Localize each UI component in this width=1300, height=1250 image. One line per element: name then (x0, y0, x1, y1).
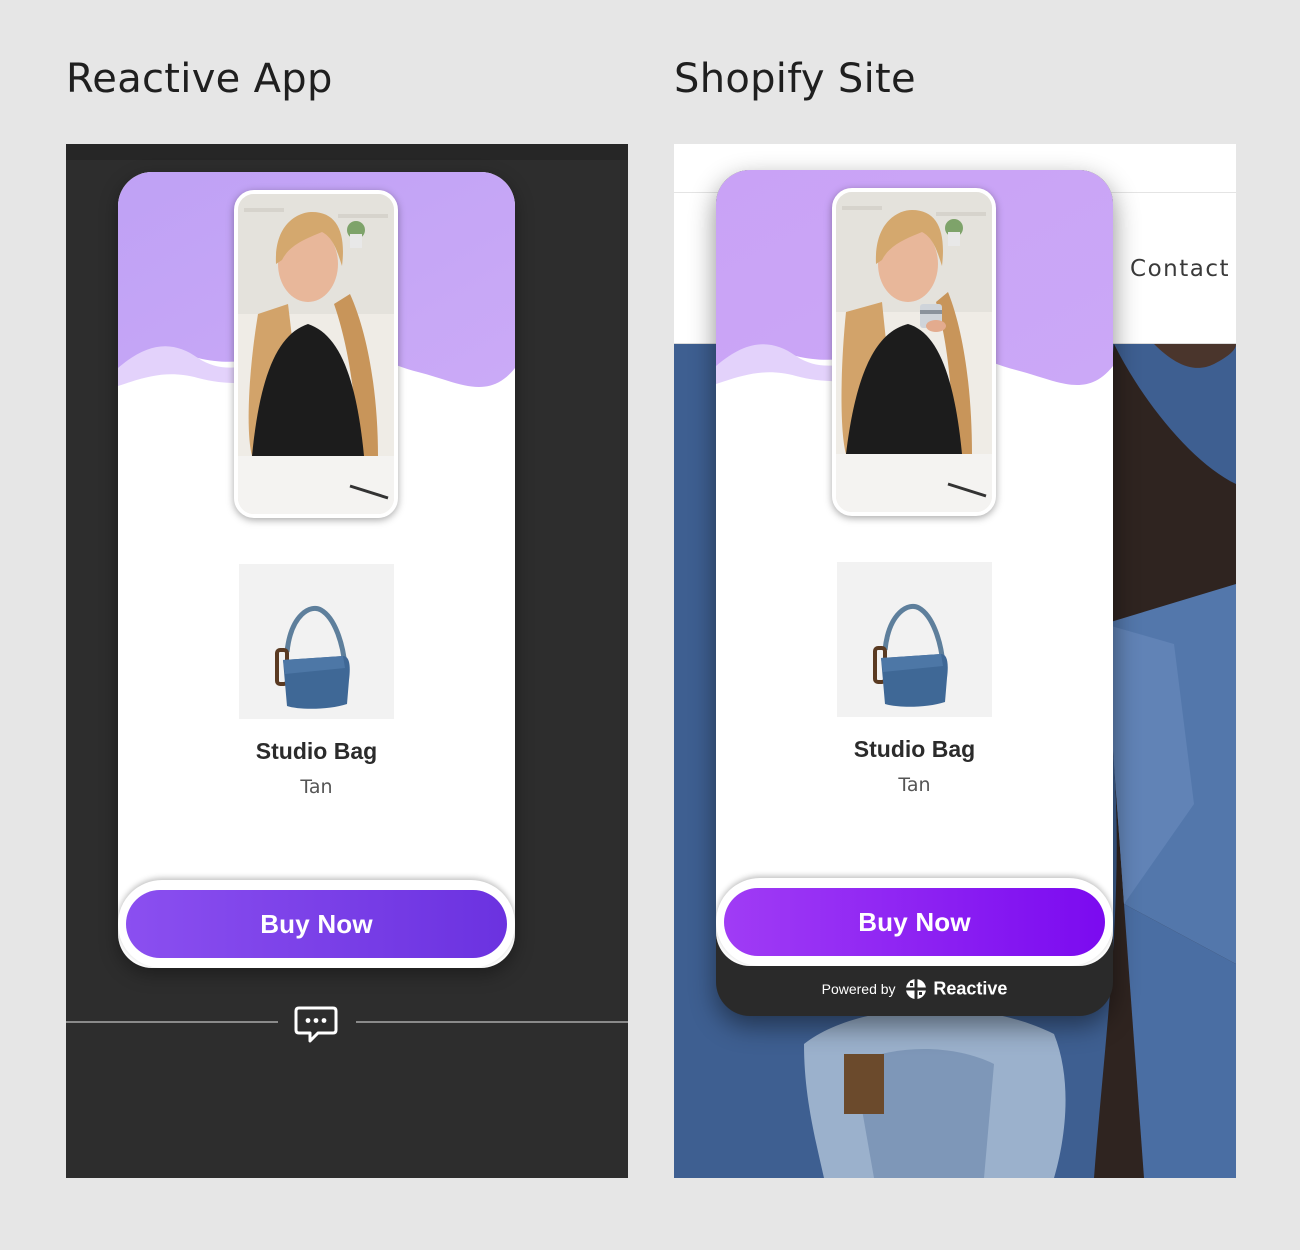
video-thumbnail (836, 192, 992, 512)
reactive-app-heading: Reactive App (66, 56, 333, 102)
product-name: Studio Bag (255, 738, 378, 764)
app-top-strip (66, 144, 628, 160)
product-name: Studio Bag (853, 736, 976, 762)
buy-button-container: Buy Now (118, 880, 515, 968)
powered-by-label: Powered by (821, 981, 896, 997)
product-image[interactable] (837, 562, 992, 717)
bag-image (275, 606, 350, 709)
product-variant: Tan (898, 774, 931, 796)
product-variant: Tan (300, 776, 333, 798)
reactive-brand-name: Reactive (933, 978, 1008, 999)
reactive-logo-icon (906, 979, 927, 999)
widget-card-body: Studio Bag Tan Buy Now (716, 170, 1113, 966)
divider-right (356, 1021, 628, 1023)
reactive-app-preview: Studio Bag Tan Buy Now (66, 144, 628, 1178)
chat-bubble-dots-icon[interactable] (294, 1002, 338, 1046)
widget-card: Studio Bag Tan Buy Now (118, 172, 515, 968)
video-preview[interactable] (832, 188, 996, 516)
divider-left (66, 1021, 278, 1023)
powered-by-footer[interactable]: Powered by Reactive (716, 978, 1113, 1000)
shopify-site-heading: Shopify Site (674, 56, 916, 102)
buy-now-button[interactable]: Buy Now (724, 888, 1105, 956)
bag-image (873, 604, 948, 707)
nav-contact-link[interactable]: Contact (1130, 256, 1230, 282)
video-preview[interactable] (234, 190, 398, 518)
video-thumbnail (238, 194, 394, 514)
product-image[interactable] (239, 564, 394, 719)
buy-now-button[interactable]: Buy Now (126, 890, 507, 958)
buy-button-container: Buy Now (716, 878, 1113, 966)
shopify-site-preview: Contact Studio Bag Tan Buy Now Powered b… (674, 144, 1236, 1178)
widget-card-embedded: Studio Bag Tan Buy Now Powered by Reacti… (716, 170, 1113, 1016)
